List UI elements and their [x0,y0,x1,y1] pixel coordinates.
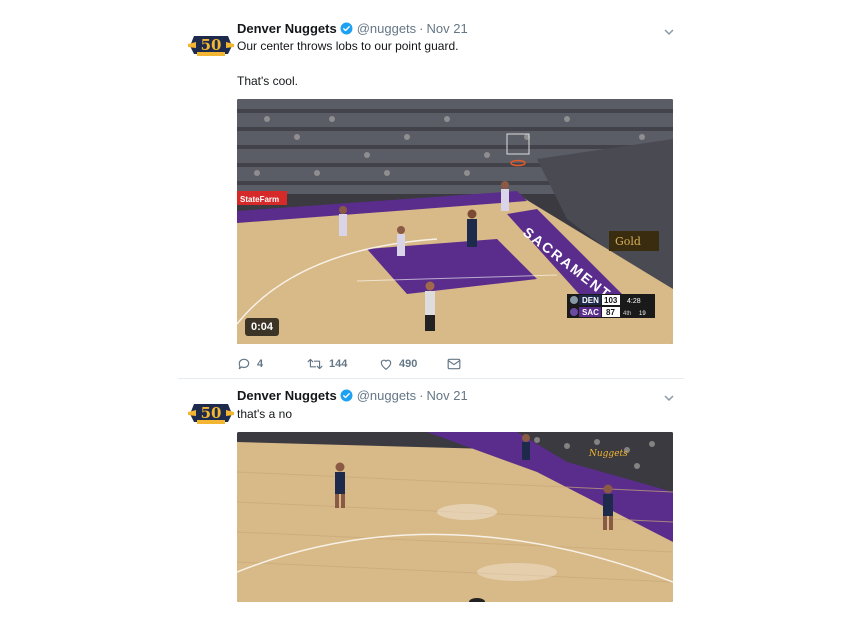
scoreboard-quarter: 4th [623,311,631,317]
separator-dot: · [419,387,424,403]
scoreboard-home-score: 103 [604,296,618,305]
retweet-count: 144 [329,358,348,370]
svg-text:StateFarm: StateFarm [240,195,279,204]
tweet-text-line: Our center throws lobs to our point guar… [237,39,459,53]
scoreboard-shot-clock: 19 [639,311,646,317]
author-name[interactable]: Denver Nuggets [237,388,337,403]
direct-message-button[interactable] [447,356,461,372]
avatar[interactable]: 50 [188,32,234,58]
retweet-icon [307,357,323,371]
separator-dot: · [419,20,424,36]
tweet-timestamp[interactable]: Nov 21 [427,21,468,36]
video-frame: StateFarm SACRAMENTO Gold DEN SAC 103 87… [237,99,673,344]
retweet-button[interactable]: 144 [307,356,347,372]
tweet-text-line: that's a no [237,407,292,421]
chevron-down-icon[interactable] [662,25,676,39]
svg-text:50: 50 [201,404,222,422]
like-button[interactable]: 490 [379,356,417,372]
scoreboard-clock: 4:28 [627,298,641,305]
tweet-2[interactable]: 50 Denver Nuggets @nuggets · Nov 21 that… [178,379,684,622]
video-duration-badge: 0:04 [245,318,280,336]
verified-badge-icon [340,22,353,35]
like-icon [379,357,393,371]
reply-button[interactable]: 4 [237,356,263,372]
like-count: 490 [399,358,418,370]
video-player[interactable]: Nuggets [237,432,673,602]
scoreboard-away-abbr: SAC [582,308,599,317]
verified-badge-icon [340,389,353,402]
avatar[interactable]: 50 [188,400,234,426]
video-frame: Nuggets [237,432,673,602]
chevron-down-icon[interactable] [662,391,676,405]
tweet-header: Denver Nuggets @nuggets · Nov 21 [237,19,468,37]
svg-text:Gold: Gold [615,235,641,248]
tweet-timestamp[interactable]: Nov 21 [427,388,468,403]
svg-text:50: 50 [201,36,222,54]
author-name[interactable]: Denver Nuggets [237,21,337,36]
tweet-text-line: That's cool. [237,74,298,88]
video-player[interactable]: StateFarm SACRAMENTO Gold DEN SAC 103 87… [237,99,673,344]
reply-icon [237,357,251,371]
scoreboard-away-score: 87 [606,308,615,317]
tweet-1[interactable]: 50 Denver Nuggets @nuggets · Nov 21 Our … [178,0,684,379]
scoreboard-home-abbr: DEN [582,296,599,305]
message-icon [447,358,461,370]
reply-count: 4 [257,358,264,370]
author-handle[interactable]: @nuggets [357,21,416,36]
author-handle[interactable]: @nuggets [357,388,416,403]
scoreboard: DEN SAC 103 87 4:28 4th 19 [567,294,655,318]
tweet-header: Denver Nuggets @nuggets · Nov 21 [237,386,468,404]
svg-text:Nuggets: Nuggets [588,449,628,459]
